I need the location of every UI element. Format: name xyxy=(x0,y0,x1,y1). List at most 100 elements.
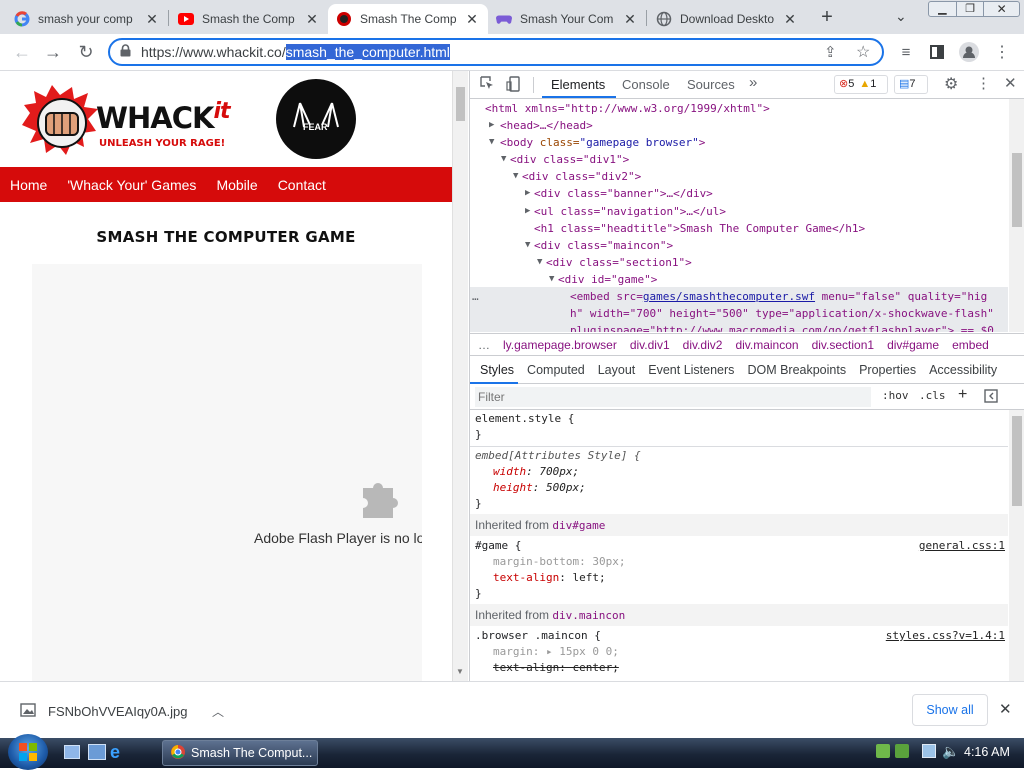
expand-arrow-icon[interactable]: ▶ xyxy=(525,185,530,202)
breadcrumb-item[interactable]: ly.gamepage.browser xyxy=(503,338,617,352)
reload-icon[interactable]: ↻ xyxy=(74,40,98,64)
profile-avatar-icon[interactable] xyxy=(957,40,981,64)
download-item[interactable]: FSNbOhVVEAIqy0A.jpg ︿ xyxy=(10,694,224,728)
close-download-shelf-icon[interactable]: ✕ xyxy=(999,700,1012,718)
node-ellipsis-icon[interactable]: … xyxy=(472,288,479,305)
scroll-down-icon[interactable]: ▼ xyxy=(456,667,464,676)
dom-node-banner[interactable]: <div class="banner">…</div> xyxy=(534,185,713,202)
tray-network-icon[interactable] xyxy=(876,744,890,758)
subtab-styles[interactable]: Styles xyxy=(480,363,514,377)
address-bar[interactable]: https://www.whackit.co/smash_the_compute… xyxy=(108,38,884,66)
subtab-computed[interactable]: Computed xyxy=(527,363,585,377)
nav-mobile[interactable]: Mobile xyxy=(216,177,257,193)
dom-node-div2[interactable]: <div class="div2"> xyxy=(522,168,641,185)
lock-icon[interactable] xyxy=(120,44,131,60)
close-icon[interactable]: ✕ xyxy=(304,11,320,28)
subtab-properties[interactable]: Properties xyxy=(859,363,916,377)
tab-sources[interactable]: Sources xyxy=(687,77,735,92)
clock[interactable]: 4:16 AM xyxy=(964,745,1010,759)
dom-scrollbar[interactable] xyxy=(1009,99,1024,332)
tab-whackit[interactable]: Smash The Comp ✕ xyxy=(328,4,488,34)
scrollbar-thumb[interactable] xyxy=(456,87,465,121)
tab-search-icon[interactable]: ⌄ xyxy=(895,8,907,25)
dom-node-section1[interactable]: <div class="section1"> xyxy=(546,254,692,271)
forward-icon[interactable]: → xyxy=(41,40,65,64)
expand-arrow-icon[interactable]: ▶ xyxy=(525,203,530,220)
show-desktop-icon[interactable] xyxy=(64,745,80,759)
show-all-button[interactable]: Show all xyxy=(912,694,988,726)
bookmark-star-icon[interactable]: ☆ xyxy=(856,42,870,62)
styles-scrollbar[interactable] xyxy=(1009,410,1024,681)
nav-whack-your-games[interactable]: 'Whack Your' Games xyxy=(67,177,196,193)
nav-contact[interactable]: Contact xyxy=(278,177,326,193)
media-queue-icon[interactable]: ≡ xyxy=(894,40,918,64)
tray-display-icon[interactable] xyxy=(922,744,936,758)
breadcrumb-item[interactable]: embed xyxy=(952,338,989,352)
tab-youtube[interactable]: Smash the Comp ✕ xyxy=(170,4,328,34)
subtab-event-listeners[interactable]: Event Listeners xyxy=(648,363,734,377)
subtab-layout[interactable]: Layout xyxy=(598,363,636,377)
breadcrumb-item[interactable]: div.maincon xyxy=(735,338,798,352)
dom-node-maincon[interactable]: <div class="maincon"> xyxy=(534,237,673,254)
breadcrumb-item[interactable]: div.section1 xyxy=(812,338,874,352)
internet-explorer-icon[interactable]: e xyxy=(110,742,120,763)
inherited-selector[interactable]: div.maincon xyxy=(552,609,625,622)
settings-gear-icon[interactable]: ⚙ xyxy=(944,74,958,94)
height-declaration[interactable]: height: 500px; xyxy=(493,480,586,496)
issues-counter[interactable]: ⊗5 ▲1 xyxy=(834,75,888,94)
nav-home[interactable]: Home xyxy=(10,177,47,193)
tray-app-icon[interactable] xyxy=(895,744,909,758)
start-button[interactable] xyxy=(8,734,48,770)
devtools-close-icon[interactable]: ✕ xyxy=(1004,74,1017,92)
dom-node-game[interactable]: <div id="game"> xyxy=(558,271,657,288)
new-style-rule-icon[interactable]: + xyxy=(958,386,967,404)
breadcrumb-item[interactable]: div.div2 xyxy=(683,338,723,352)
scrollbar-thumb[interactable] xyxy=(1012,153,1022,227)
game-embed-area[interactable]: Adobe Flash Player is no lor xyxy=(32,264,422,681)
stylesheet-link[interactable]: general.css:1 xyxy=(919,538,1005,554)
inspect-element-icon[interactable] xyxy=(480,76,494,93)
collapse-arrow-icon[interactable]: ▼ xyxy=(489,134,494,151)
dom-node-head[interactable]: <head>…</head> xyxy=(500,117,593,134)
collapse-arrow-icon[interactable]: ▼ xyxy=(525,237,530,254)
scrollbar-thumb[interactable] xyxy=(1012,416,1022,506)
share-icon[interactable]: ⇪ xyxy=(824,43,837,61)
width-declaration[interactable]: width: 700px; xyxy=(493,464,579,480)
devtools-menu-icon[interactable]: ⋮ xyxy=(976,74,991,92)
dom-node-headtitle[interactable]: <h1 class="headtitle">Smash The Computer… xyxy=(534,220,865,237)
messages-counter[interactable]: ▤7 xyxy=(894,75,928,94)
fear-logo[interactable]: FEAR xyxy=(276,79,356,159)
game-rule[interactable]: #game {general.css:1 xyxy=(475,538,1005,554)
subtab-accessibility[interactable]: Accessibility xyxy=(929,363,997,377)
taskbar-window-button[interactable]: Smash The Comput... xyxy=(162,740,318,766)
window-close-icon[interactable]: ✕ xyxy=(983,2,1019,16)
embed-src-link[interactable]: games/smashthecomputer.swf xyxy=(643,290,815,303)
tab-gamepad[interactable]: Smash Your Com ✕ xyxy=(488,4,646,34)
tab-google[interactable]: smash your comp ✕ xyxy=(6,4,168,34)
element-style-selector[interactable]: element.style { xyxy=(475,411,574,427)
collapse-arrow-icon[interactable]: ▼ xyxy=(513,168,518,185)
breadcrumb-item[interactable]: div#game xyxy=(887,338,939,352)
subtab-dom-breakpoints[interactable]: DOM Breakpoints xyxy=(747,363,846,377)
expand-arrow-icon[interactable]: ▶ xyxy=(489,117,494,134)
margin-bottom-declaration[interactable]: margin-bottom: 30px; xyxy=(493,554,625,570)
device-toggle-icon[interactable] xyxy=(506,76,520,95)
logo-text[interactable]: WHACKit xyxy=(96,99,231,135)
tab-elements[interactable]: Elements xyxy=(551,77,605,92)
more-tabs-icon[interactable]: » xyxy=(749,74,757,91)
inherited-selector[interactable]: div#game xyxy=(552,519,605,532)
side-panel-icon[interactable] xyxy=(925,40,949,64)
minimize-icon[interactable]: ▁ xyxy=(929,2,956,16)
new-tab-button[interactable]: + xyxy=(816,6,838,28)
margin-declaration[interactable]: margin: ▸ 15px 0 0; xyxy=(493,644,619,660)
toggle-sidebar-icon[interactable] xyxy=(984,389,998,406)
hov-toggle[interactable]: :hov xyxy=(882,389,909,402)
text-align-declaration[interactable]: text-align: left; xyxy=(493,570,606,586)
styles-filter-input[interactable] xyxy=(475,387,871,407)
back-icon[interactable]: ← xyxy=(10,40,34,64)
tab-download[interactable]: Download Deskto ✕ xyxy=(648,4,806,34)
page-scrollbar[interactable]: ▼ xyxy=(452,71,468,681)
collapse-arrow-icon[interactable]: ▼ xyxy=(537,254,542,271)
dom-node-div1[interactable]: <div class="div1"> xyxy=(510,151,629,168)
close-icon[interactable]: ✕ xyxy=(622,11,638,28)
